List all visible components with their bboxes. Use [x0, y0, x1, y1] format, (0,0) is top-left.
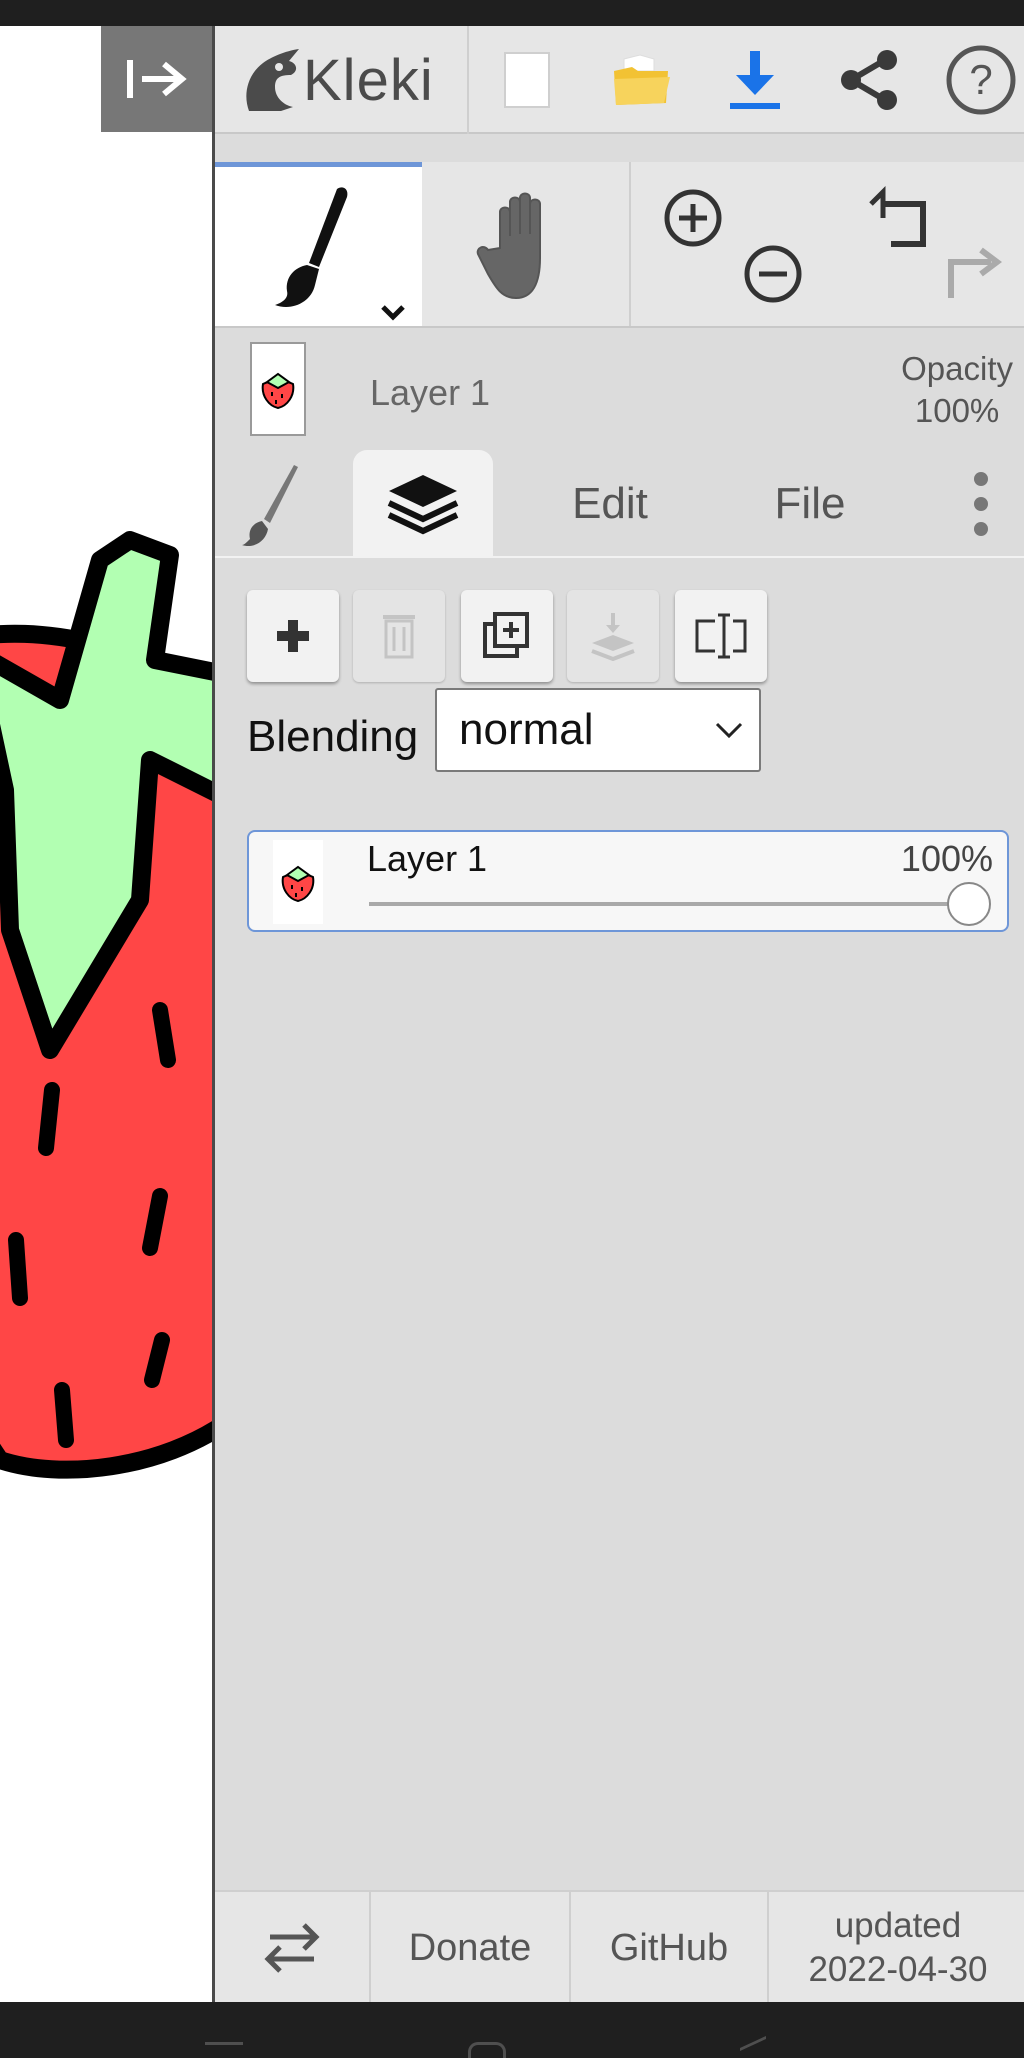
- strawberry-thumbnail-icon: [281, 865, 315, 903]
- tool-row: [215, 162, 1024, 328]
- layer-opacity-readout: Opacity 100%: [901, 348, 1013, 432]
- blending-mode-select[interactable]: normal: [435, 688, 761, 772]
- strawberry-thumbnail-icon: [261, 372, 295, 410]
- slider-handle[interactable]: [947, 882, 991, 926]
- system-nav-bar: [0, 2002, 1024, 2058]
- opacity-label: Opacity: [901, 350, 1013, 387]
- kleki-logo[interactable]: Kleki: [215, 26, 469, 134]
- layers-icon: [387, 475, 459, 535]
- arrow-right-bar-icon: [127, 60, 187, 98]
- side-panel: Kleki ? Layer 1 Opacity 100% Edit File B…: [212, 26, 1024, 2004]
- layer-name: Layer 1: [367, 838, 488, 879]
- add-icon: [277, 620, 309, 652]
- trash-icon: [383, 615, 415, 659]
- save-button[interactable]: [699, 26, 811, 134]
- brush-tool-button[interactable]: [215, 162, 422, 326]
- rename-layer-button[interactable]: [675, 590, 767, 682]
- rename-icon: [695, 613, 747, 659]
- svg-text:?: ?: [969, 56, 992, 103]
- hand-tool-button[interactable]: [422, 162, 629, 326]
- merge-down-button[interactable]: [567, 590, 659, 682]
- panel-tabs: Edit File: [215, 450, 1024, 558]
- help-icon: ?: [946, 45, 1016, 115]
- blending-label: Blending: [247, 712, 419, 761]
- tab-layers[interactable]: [353, 450, 493, 558]
- download-icon: [730, 51, 780, 109]
- top-toolbar: Kleki ?: [215, 26, 1024, 134]
- redo-icon[interactable]: [831, 162, 1024, 326]
- swap-arrows-icon: [264, 1923, 320, 1973]
- donate-link[interactable]: Donate: [371, 1892, 571, 2004]
- brush-icon: [242, 465, 298, 547]
- layer-opacity-text: 100%: [900, 838, 993, 879]
- collapse-panel-button[interactable]: [101, 26, 213, 132]
- new-file-button[interactable]: [471, 26, 583, 134]
- swap-side-button[interactable]: [215, 1892, 371, 2004]
- new-file-icon: [504, 52, 550, 108]
- current-layer-info: Layer 1 Opacity 100%: [215, 330, 1024, 450]
- status-bar: [0, 0, 1024, 26]
- tab-brush[interactable]: [215, 450, 335, 558]
- share-icon: [841, 50, 897, 110]
- back-button[interactable]: [740, 2035, 766, 2058]
- tab-edit[interactable]: Edit: [515, 450, 705, 558]
- undo-redo-controls: [831, 162, 1024, 326]
- folder-open-icon: [614, 54, 670, 105]
- duplicate-icon: [483, 612, 529, 658]
- layers-panel: Blending normal Layer 1 100%: [215, 560, 1024, 1890]
- updated-info: updated 2022-04-30: [769, 1892, 1024, 2004]
- opacity-value: 100%: [914, 392, 1000, 429]
- more-vertical-icon: [974, 472, 988, 536]
- help-button[interactable]: ?: [925, 26, 1024, 134]
- strawberry-drawing: [0, 531, 212, 1479]
- current-layer-name: Layer 1: [370, 372, 491, 413]
- footer-bar: Donate GitHub updated 2022-04-30: [215, 1890, 1024, 2004]
- brush-icon: [275, 187, 405, 321]
- recent-apps-button[interactable]: [205, 2042, 243, 2058]
- kleki-logo-icon: [246, 49, 299, 111]
- layer-thumbnail: [273, 840, 323, 924]
- drawing-canvas[interactable]: [0, 26, 212, 2002]
- github-link[interactable]: GitHub: [571, 1892, 769, 2004]
- hand-icon: [476, 192, 541, 300]
- more-menu-button[interactable]: [935, 450, 1024, 558]
- add-layer-button[interactable]: [247, 590, 339, 682]
- tab-file[interactable]: File: [715, 450, 905, 558]
- zoom-controls: [629, 162, 831, 326]
- open-file-button[interactable]: [585, 26, 697, 134]
- updated-label: updated: [834, 1906, 962, 1945]
- layer-thumbnail: [250, 342, 306, 436]
- merge-down-icon: [591, 613, 635, 661]
- updated-date: 2022-04-30: [808, 1950, 988, 1989]
- zoom-out-icon[interactable]: [631, 162, 833, 326]
- share-button[interactable]: [813, 26, 925, 134]
- delete-layer-button[interactable]: [353, 590, 445, 682]
- logo-text: Kleki: [303, 47, 434, 113]
- blending-mode-value: normal: [459, 705, 594, 754]
- home-button[interactable]: [468, 2042, 506, 2058]
- layer-list-item[interactable]: Layer 1 100%: [247, 830, 1009, 932]
- layer-opacity-slider[interactable]: [369, 902, 969, 906]
- duplicate-layer-button[interactable]: [461, 590, 553, 682]
- chevron-down-icon: [715, 722, 743, 739]
